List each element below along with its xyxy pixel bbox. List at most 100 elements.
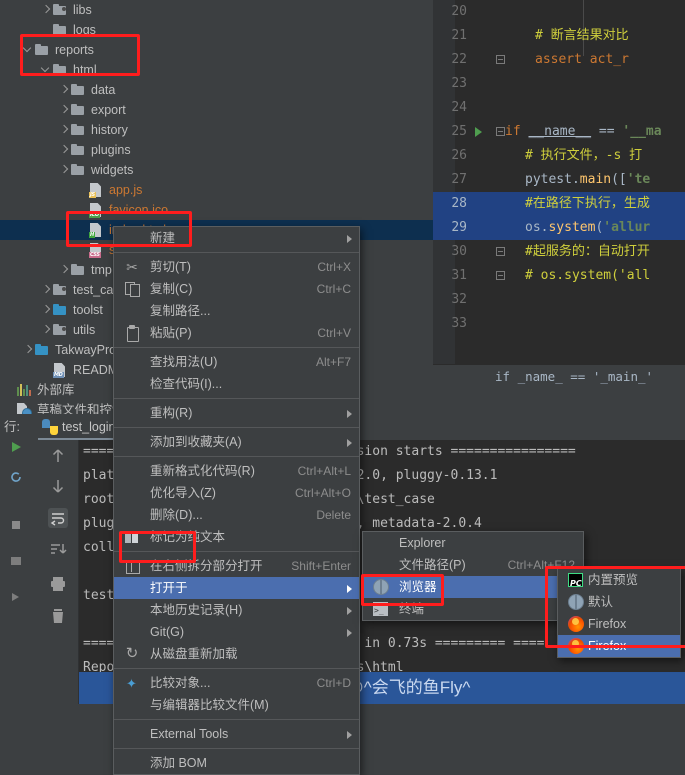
editor-line[interactable]: 21 # 断言结果对比 — [433, 24, 685, 48]
tree-row-app-js[interactable]: JS app.js — [0, 180, 433, 200]
rerun-failed-icon[interactable] — [9, 470, 23, 484]
chevron-right-icon[interactable] — [40, 0, 52, 20]
expand-icon[interactable] — [9, 590, 23, 604]
editor-line[interactable]: 25 if __name__ == '__ma — [433, 120, 685, 144]
tree-row-history[interactable]: history — [0, 120, 433, 140]
editor-line[interactable]: 20 — [433, 0, 685, 24]
menu-item-shortcut: Delete — [316, 508, 351, 522]
tree-row-libs[interactable]: libs — [0, 0, 433, 20]
menu-item-firefox[interactable]: Firefox — [558, 613, 680, 635]
menu-item--------h-[interactable]: 本地历史记录(H) — [114, 599, 359, 621]
editor-line[interactable]: 30 #起服务的：自动打开 — [433, 240, 685, 264]
code-fold-icon[interactable] — [496, 247, 505, 256]
chevron-down-icon[interactable] — [22, 40, 34, 60]
menu-item--------[interactable]: 复制路径... — [114, 300, 359, 322]
run-tab-name[interactable]: test_login — [62, 414, 116, 440]
menu-item----------[interactable]: 在右侧拆分部分打开 Shift+Enter — [114, 555, 359, 577]
chevron-right-icon[interactable] — [40, 280, 52, 300]
open-in-submenu[interactable]: Explorer 文件路径(P)Ctrl+Alt+F12 浏览器终端 — [362, 531, 584, 622]
menu-item----c-[interactable]: 复制(C) Ctrl+C — [114, 278, 359, 300]
code-fold-icon[interactable] — [496, 127, 505, 136]
tree-row-plugins[interactable]: plugins — [0, 140, 433, 160]
editor-line[interactable]: 31 # os.system('all — [433, 264, 685, 288]
editor-bottom-gap — [433, 388, 685, 414]
menu-item---------r-[interactable]: 重新格式化代码(R) Ctrl+Alt+L — [114, 460, 359, 482]
tree-row-favicon-ico[interactable]: ICO favicon.ico — [0, 200, 433, 220]
menu-item--------[interactable]: ↻ 从磁盘重新加载 — [114, 643, 359, 665]
chevron-right-icon[interactable] — [58, 120, 70, 140]
editor-line[interactable]: 33 — [433, 312, 685, 336]
menu-item------u-[interactable]: 查找用法(U) Alt+F7 — [114, 351, 359, 373]
tree-row-html[interactable]: html — [0, 60, 433, 80]
chevron-right-icon[interactable] — [58, 160, 70, 180]
menu-item--------[interactable]: ✦ 比较对象... Ctrl+D — [114, 672, 359, 694]
editor-line[interactable]: 27 pytest.main(['te — [433, 168, 685, 192]
editor-line[interactable]: 22 assert act_r — [433, 48, 685, 72]
editor-line[interactable]: 23 — [433, 72, 685, 96]
tree-row-widgets[interactable]: widgets — [0, 160, 433, 180]
menu-item----[interactable]: 打开于 — [114, 577, 359, 599]
clear-all-button[interactable] — [48, 606, 68, 626]
chevron-right-icon[interactable] — [40, 300, 52, 320]
chevron-right-icon[interactable] — [58, 80, 70, 100]
rerun-icon[interactable] — [9, 440, 23, 454]
chevron-right-icon[interactable] — [40, 320, 52, 340]
pin-icon[interactable] — [9, 554, 23, 568]
editor-line[interactable]: 29 os.system('allur — [433, 216, 685, 240]
menu-item-firefox[interactable]: Firefox — [558, 635, 680, 657]
console-actions-toolbar[interactable] — [38, 440, 79, 718]
print-button[interactable] — [48, 574, 68, 594]
menu-item----t-[interactable]: ✂ 剪切(T) Ctrl+X — [114, 256, 359, 278]
scroll-to-end-button[interactable] — [48, 540, 68, 560]
menu-item-explorer[interactable]: Explorer — [363, 532, 583, 554]
menu-item----bom[interactable]: 添加 BOM — [114, 752, 359, 774]
code-fold-icon[interactable] — [496, 55, 505, 64]
code-editor[interactable]: 20 21 # 断言结果对比 22 assert act_r 23 24 25 if __nam… — [433, 0, 685, 414]
browser-submenu[interactable]: PC 内置预览 默认 Firefox Firefox — [557, 568, 681, 658]
menu-item-git-g-[interactable]: Git(G) — [114, 621, 359, 643]
app-root: libs logs reports html data export history plug… — [0, 0, 685, 775]
menu-item-external-tools[interactable]: External Tools — [114, 723, 359, 745]
tree-row-logs[interactable]: logs — [0, 20, 433, 40]
menu-item----------m-[interactable]: 与编辑器比较文件(M) — [114, 694, 359, 716]
soft-wrap-button[interactable] — [48, 508, 68, 528]
menu-item----r-[interactable]: 重构(R) — [114, 402, 359, 424]
menu-item------i----[interactable]: 检查代码(I)... — [114, 373, 359, 395]
tree-row-export[interactable]: export — [0, 100, 433, 120]
chevron-right-icon[interactable] — [58, 260, 70, 280]
down-arrow-button[interactable] — [48, 476, 68, 496]
editor-line[interactable]: 28 #在路径下执行，生成 — [433, 192, 685, 216]
menu-item------p-[interactable]: 文件路径(P) Ctrl+Alt+F12 — [363, 554, 583, 576]
run-gutter-icon[interactable] — [475, 127, 482, 137]
chevron-right-icon[interactable] — [58, 140, 70, 160]
stop-icon[interactable] — [9, 518, 23, 532]
chevron-right-icon[interactable] — [22, 340, 34, 360]
menu-item----[interactable]: 浏览器 — [363, 576, 583, 598]
submenu-arrow-icon — [347, 607, 352, 615]
editor-line[interactable]: 32 — [433, 288, 685, 312]
menu-item------z-[interactable]: 优化导入(Z) Ctrl+Alt+O — [114, 482, 359, 504]
up-arrow-button[interactable] — [48, 446, 68, 466]
tree-row-reports[interactable]: reports — [0, 40, 433, 60]
chevron-right-icon[interactable] — [58, 100, 70, 120]
menu-item-label: Firefox — [588, 617, 627, 631]
menu-item-label: 查找用法(U) — [150, 355, 218, 369]
menu-item-------[interactable]: 标记为纯文本 — [114, 526, 359, 548]
menu-item-----[interactable]: PC 内置预览 — [558, 569, 680, 591]
file-context-menu[interactable]: 新建 ✂ 剪切(T) Ctrl+X 复制(C) Ctrl+C 复制路径... 粘贴(P) Ctr… — [113, 226, 360, 775]
editor-line[interactable]: 26 # 执行文件，-s 打 — [433, 144, 685, 168]
code-fold-icon[interactable] — [496, 271, 505, 280]
chevron-down-icon[interactable] — [40, 60, 52, 80]
editor-line[interactable]: 24 — [433, 96, 685, 120]
menu-item----d----[interactable]: 删除(D)... Delete — [114, 504, 359, 526]
menu-item---[interactable]: 新建 — [114, 227, 359, 249]
menu-item---[interactable]: 终端 — [363, 598, 583, 622]
tree-row-data[interactable]: data — [0, 80, 433, 100]
menu-item--------a-[interactable]: 添加到收藏夹(A) — [114, 431, 359, 453]
menu-item---[interactable]: 默认 — [558, 591, 680, 613]
run-left-toolbar[interactable] — [0, 440, 38, 718]
submenu-arrow-icon — [347, 235, 352, 243]
line-code: # os.system('all — [525, 268, 651, 283]
menu-item----p-[interactable]: 粘贴(P) Ctrl+V — [114, 322, 359, 344]
